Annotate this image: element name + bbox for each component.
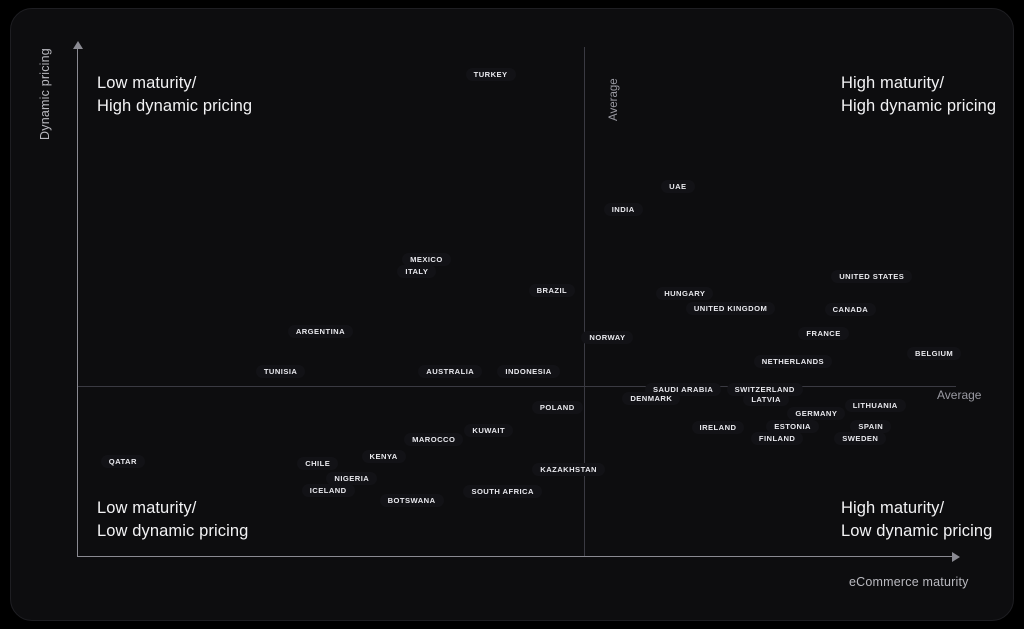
y-axis-label: Dynamic pricing [38,48,52,140]
data-point-kuwait[interactable]: KUWAIT [463,423,514,439]
data-point-label: TUNISIA [263,366,298,376]
data-point-tunisia[interactable]: TUNISIA [254,363,307,379]
average-horizontal-label: Average [937,388,982,402]
data-point-label: QATAR [108,457,137,467]
data-point-label: BOTSWANA [387,495,436,505]
data-point-label: KUWAIT [472,426,506,436]
x-axis-line [77,556,957,557]
data-point-label: CHILE [305,459,331,469]
data-point-india[interactable]: INDIA [602,202,644,218]
data-point-belgium[interactable]: BELGIUM [906,345,963,361]
data-point-lithuania[interactable]: LITHUANIA [843,398,907,414]
data-point-argentina[interactable]: ARGENTINA [286,323,355,339]
data-point-poland[interactable]: POLAND [530,399,584,415]
quadrant-label-top-right: High maturity/ High dynamic pricing [841,74,997,115]
data-point-label: LITHUANIA [852,401,898,411]
data-point-label: ITALY [405,267,429,277]
data-point-label: AUSTRALIA [426,366,475,376]
data-point-italy[interactable]: ITALY [396,264,438,280]
data-point-label: POLAND [539,402,575,412]
data-point-latvia[interactable]: LATVIA [742,392,790,408]
data-point-south-africa[interactable]: SOUTH AFRICA [462,483,543,499]
data-point-australia[interactable]: AUSTRALIA [417,363,484,379]
data-point-label: SWITZERLAND [734,385,795,394]
data-point-turkey[interactable]: TURKEY [464,66,517,82]
data-point-label: SOUTH AFRICA [471,486,534,496]
quadrant-label-bottom-right: High maturity/ Low dynamic pricing [841,499,993,540]
data-point-label: UNITED STATES [839,272,905,282]
average-horizontal-line [78,386,956,387]
data-point-netherlands[interactable]: NETHERLANDS [752,353,834,369]
average-vertical-line [584,47,585,556]
data-point-canada[interactable]: CANADA [823,301,878,317]
data-point-marocco[interactable]: MAROCCO [403,432,465,448]
data-point-chile[interactable]: CHILE [296,456,340,472]
data-point-label: TURKEY [473,69,508,79]
data-point-norway[interactable]: NORWAY [580,329,635,345]
data-point-label: HUNGARY [664,289,706,299]
data-point-label: NIGERIA [334,474,370,484]
average-vertical-label-text: Average [608,78,620,121]
data-point-hungary[interactable]: HUNGARY [655,286,715,302]
data-point-label: SPAIN [858,422,884,432]
data-point-label: NETHERLANDS [761,356,825,366]
data-point-sweden[interactable]: SWEDEN [833,431,888,447]
data-point-label: BRAZIL [536,286,568,296]
data-point-label: MAROCCO [412,435,456,445]
data-point-label: MEXICO [410,254,443,264]
x-axis-label: eCommerce maturity [849,575,969,589]
data-point-qatar[interactable]: QATAR [99,454,147,470]
data-point-label: IRELAND [699,422,737,432]
data-point-label: INDONESIA [505,366,552,376]
data-point-label: GERMANY [795,409,838,419]
y-axis-arrow-icon [73,41,83,49]
data-point-botswana[interactable]: BOTSWANA [378,492,445,508]
y-axis-line [77,47,78,557]
data-point-label: KAZAKHSTAN [540,464,597,474]
data-point-iceland[interactable]: ICELAND [300,482,356,498]
data-point-label: NORWAY [589,332,626,342]
data-point-label: ICELAND [309,485,347,495]
data-point-ireland[interactable]: IRELAND [690,419,746,435]
data-point-uae[interactable]: UAE [660,178,696,194]
data-point-united-kingdom[interactable]: UNITED KINGDOM [684,301,777,317]
data-point-label: CANADA [832,304,869,314]
data-point-label: SAUDI ARABIA [652,385,714,394]
data-point-label: FRANCE [806,328,841,338]
data-point-brazil[interactable]: BRAZIL [527,283,577,299]
data-point-kenya[interactable]: KENYA [360,448,407,464]
data-point-label: LATVIA [751,395,781,405]
data-point-label: UNITED KINGDOM [693,304,768,314]
data-point-label: ESTONIA [774,421,811,431]
quadrant-label-bottom-left: Low maturity/ Low dynamic pricing [97,499,249,540]
data-point-label: BELGIUM [915,348,954,358]
data-point-label: ARGENTINA [295,326,346,336]
data-point-label: INDIA [611,205,635,215]
scatter-plot: Dynamic pricing eCommerce maturity Avera… [11,9,1013,620]
data-point-kazakhstan[interactable]: KAZAKHSTAN [531,461,606,477]
data-point-label: UAE [669,181,687,191]
quadrant-label-top-left: Low maturity/ High dynamic pricing [97,74,253,115]
chart-card: Dynamic pricing eCommerce maturity Avera… [10,8,1014,621]
data-point-indonesia[interactable]: INDONESIA [496,363,561,379]
data-point-label: FINLAND [758,434,796,444]
data-point-finland[interactable]: FINLAND [749,431,805,447]
data-point-united-states[interactable]: UNITED STATES [830,269,914,285]
data-point-label: DENMARK [630,394,673,404]
data-point-france[interactable]: FRANCE [797,325,851,341]
x-axis-arrow-icon [952,552,960,562]
data-point-label: SWEDEN [842,434,879,444]
data-point-label: KENYA [369,451,398,461]
